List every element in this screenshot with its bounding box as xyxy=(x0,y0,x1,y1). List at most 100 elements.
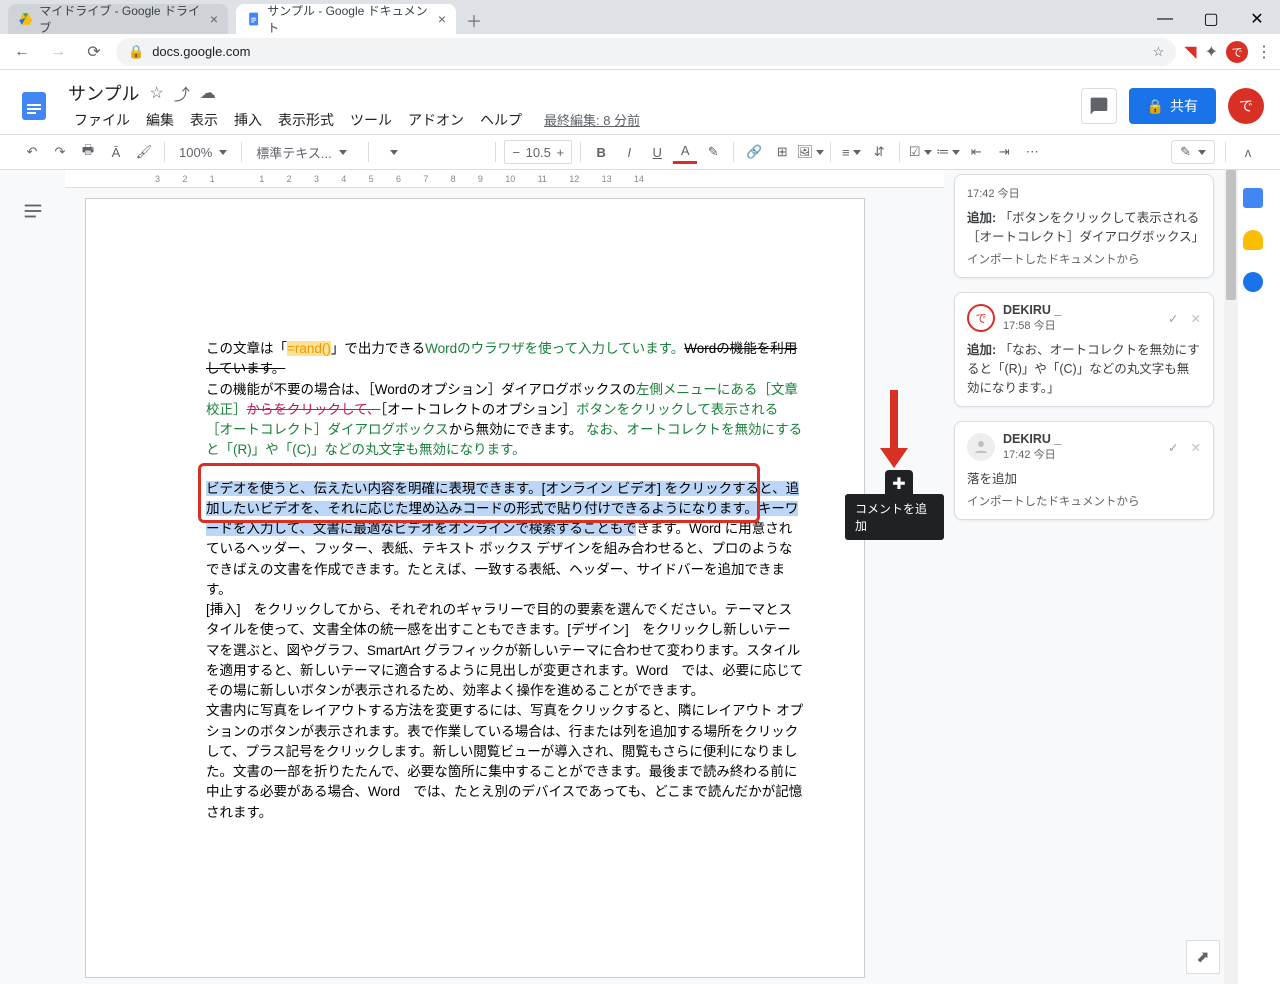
url-text: docs.google.com xyxy=(152,44,250,59)
more-button[interactable]: ⋯ xyxy=(1020,140,1044,164)
account-avatar[interactable]: で xyxy=(1228,88,1264,124)
collapse-toolbar-button[interactable]: ʌ xyxy=(1236,140,1260,164)
align-button[interactable]: ≡ xyxy=(839,140,863,164)
decrease-indent-button[interactable]: ⇤ xyxy=(964,140,988,164)
lock-icon: 🔒 xyxy=(1147,98,1164,115)
accept-suggestion-button[interactable]: ✓ xyxy=(1168,440,1178,455)
move-icon[interactable]: ⤴ xyxy=(174,81,190,105)
menu-edit[interactable]: 編集 xyxy=(140,108,180,132)
maximize-button[interactable]: ▢ xyxy=(1188,4,1234,34)
annotation-box xyxy=(198,463,760,523)
share-label: 共有 xyxy=(1170,96,1198,116)
accept-suggestion-button[interactable]: ✓ xyxy=(1168,311,1178,326)
keep-icon[interactable] xyxy=(1243,230,1263,250)
suggestion-card[interactable]: 17:42 今日 追加: 「ボタンをクリックして表示される［オートコレクト］ダイ… xyxy=(954,174,1214,278)
italic-button[interactable]: I xyxy=(617,140,641,164)
extension-c-icon[interactable]: で xyxy=(1226,41,1248,63)
font-select[interactable] xyxy=(377,150,487,155)
print-button[interactable]: 🖶 xyxy=(76,140,100,164)
reject-suggestion-button[interactable]: ✕ xyxy=(1191,440,1201,455)
bulleted-list-button[interactable]: ≔ xyxy=(936,140,960,164)
paint-format-button[interactable]: 🖌 xyxy=(132,140,156,164)
font-size-value[interactable]: 10.5 xyxy=(527,141,549,163)
drive-icon xyxy=(18,11,33,27)
docs-header: サンプル ☆ ⤴ ☁ ファイル 編集 表示 挿入 表示形式 ツール アドオン ヘ… xyxy=(0,70,1280,134)
menu-view[interactable]: 表示 xyxy=(184,108,224,132)
menu-insert[interactable]: 挿入 xyxy=(228,108,268,132)
spellcheck-button[interactable]: Ā xyxy=(104,140,128,164)
comment-time: 17:42 今日 xyxy=(1003,446,1061,462)
reject-suggestion-button[interactable]: ✕ xyxy=(1191,311,1201,326)
redo-button[interactable]: ↷ xyxy=(48,140,72,164)
menu-addons[interactable]: アドオン xyxy=(402,108,470,132)
menu-tools[interactable]: ツール xyxy=(344,108,398,132)
last-edit-label[interactable]: 最終編集: 8 分前 xyxy=(538,108,646,132)
docs-logo-icon[interactable] xyxy=(16,88,52,124)
share-button[interactable]: 🔒 共有 xyxy=(1129,88,1216,124)
browser-tab-drive[interactable]: マイドライブ - Google ドライブ × xyxy=(8,4,228,34)
extensions-puzzle-icon[interactable]: ✦ xyxy=(1205,42,1218,62)
calendar-icon[interactable] xyxy=(1243,188,1263,208)
increase-indent-button[interactable]: ⇥ xyxy=(992,140,1016,164)
annotation-arrowhead xyxy=(880,448,908,468)
comment-time: 17:42 今日 xyxy=(967,185,1201,201)
browser-menu-icon[interactable]: ⋮ xyxy=(1256,42,1272,62)
bold-button[interactable]: B xyxy=(589,140,613,164)
close-icon[interactable]: × xyxy=(210,11,218,27)
document-area: 3211234567891011121314 この文章は「=rand()」で出力… xyxy=(65,170,944,984)
suggestion-card[interactable]: DEKIRU _ 17:42 今日 ✓ ✕ 落を追加 インポートしたドキュメント… xyxy=(954,421,1214,520)
menu-help[interactable]: ヘルプ xyxy=(474,108,528,132)
checklist-button[interactable]: ☑ xyxy=(908,140,932,164)
tasks-icon[interactable] xyxy=(1243,272,1263,292)
paragraph[interactable]: この機能が不要の場合は、［Wordのオプション］ダイアログボックスの左側メニュー… xyxy=(206,380,804,461)
comment-history-button[interactable] xyxy=(1081,88,1117,124)
back-button[interactable]: ← xyxy=(8,38,36,66)
address-bar[interactable]: 🔒 docs.google.com ☆ xyxy=(116,38,1176,66)
menu-format[interactable]: 表示形式 xyxy=(272,108,340,132)
star-icon[interactable]: ☆ xyxy=(1153,44,1165,60)
insert-link-button[interactable]: 🔗 xyxy=(742,140,766,164)
insert-image-button[interactable]: 🖼 xyxy=(798,140,822,164)
text-color-button[interactable]: A xyxy=(673,140,697,164)
document-page[interactable]: この文章は「=rand()」で出力できるWordのウラワザを使って入力しています… xyxy=(85,198,865,978)
forward-button[interactable]: → xyxy=(44,38,72,66)
paragraph[interactable]: [挿入] をクリックしてから、それぞれのギャラリーで目的の要素を選んでください。… xyxy=(206,600,804,701)
document-title[interactable]: サンプル xyxy=(68,80,139,106)
extension-icon[interactable]: ◥ xyxy=(1184,42,1196,62)
font-size-plus[interactable]: + xyxy=(549,141,571,163)
font-size-stepper[interactable]: − 10.5 + xyxy=(504,140,572,164)
suggestion-card[interactable]: で DEKIRU _ 17:58 今日 ✓ ✕ 追加: 「なお、オートコレクトを… xyxy=(954,292,1214,407)
font-size-minus[interactable]: − xyxy=(505,141,527,163)
insert-comment-button[interactable]: ⊞ xyxy=(770,140,794,164)
reload-button[interactable]: ⟳ xyxy=(80,38,108,66)
outline-rail[interactable] xyxy=(0,170,65,984)
scrollbar-thumb[interactable] xyxy=(1226,170,1236,300)
new-tab-button[interactable]: ＋ xyxy=(460,6,488,34)
highlight-button[interactable]: ✎ xyxy=(701,140,725,164)
comment-author: DEKIRU _ xyxy=(1003,303,1061,317)
paragraph[interactable]: この文章は「=rand()」で出力できるWordのウラワザを使って入力しています… xyxy=(206,339,804,380)
minimize-button[interactable]: — xyxy=(1142,4,1188,34)
explore-button[interactable]: ⬈ xyxy=(1186,940,1220,974)
zoom-select[interactable]: 100% xyxy=(173,145,233,160)
tab-title: サンプル - Google ドキュメント xyxy=(267,2,432,36)
user-avatar: で xyxy=(967,304,995,332)
vertical-scrollbar[interactable] xyxy=(1224,170,1238,984)
undo-button[interactable]: ↶ xyxy=(20,140,44,164)
paragraph[interactable]: 文書内に写真をレイアウトする方法を変更するには、写真をクリックすると、隣にレイア… xyxy=(206,701,804,823)
user-avatar xyxy=(967,433,995,461)
horizontal-ruler[interactable]: 3211234567891011121314 xyxy=(65,170,944,188)
paragraph-style-select[interactable]: 標準テキス... xyxy=(250,143,360,162)
menu-file[interactable]: ファイル xyxy=(68,108,136,132)
docs-icon xyxy=(246,11,261,27)
editing-mode-button[interactable]: ✎ xyxy=(1171,140,1215,164)
line-spacing-button[interactable]: ⇵ xyxy=(867,140,891,164)
cloud-status-icon[interactable]: ☁ xyxy=(200,83,216,103)
close-window-button[interactable]: ✕ xyxy=(1234,4,1280,34)
browser-tab-docs[interactable]: サンプル - Google ドキュメント × xyxy=(236,4,456,34)
underline-button[interactable]: U xyxy=(645,140,669,164)
style-value: 標準テキス... xyxy=(256,143,331,162)
star-icon[interactable]: ☆ xyxy=(149,83,163,103)
suggestion-footer: インポートしたドキュメントから xyxy=(967,251,1201,267)
close-icon[interactable]: × xyxy=(438,11,446,27)
